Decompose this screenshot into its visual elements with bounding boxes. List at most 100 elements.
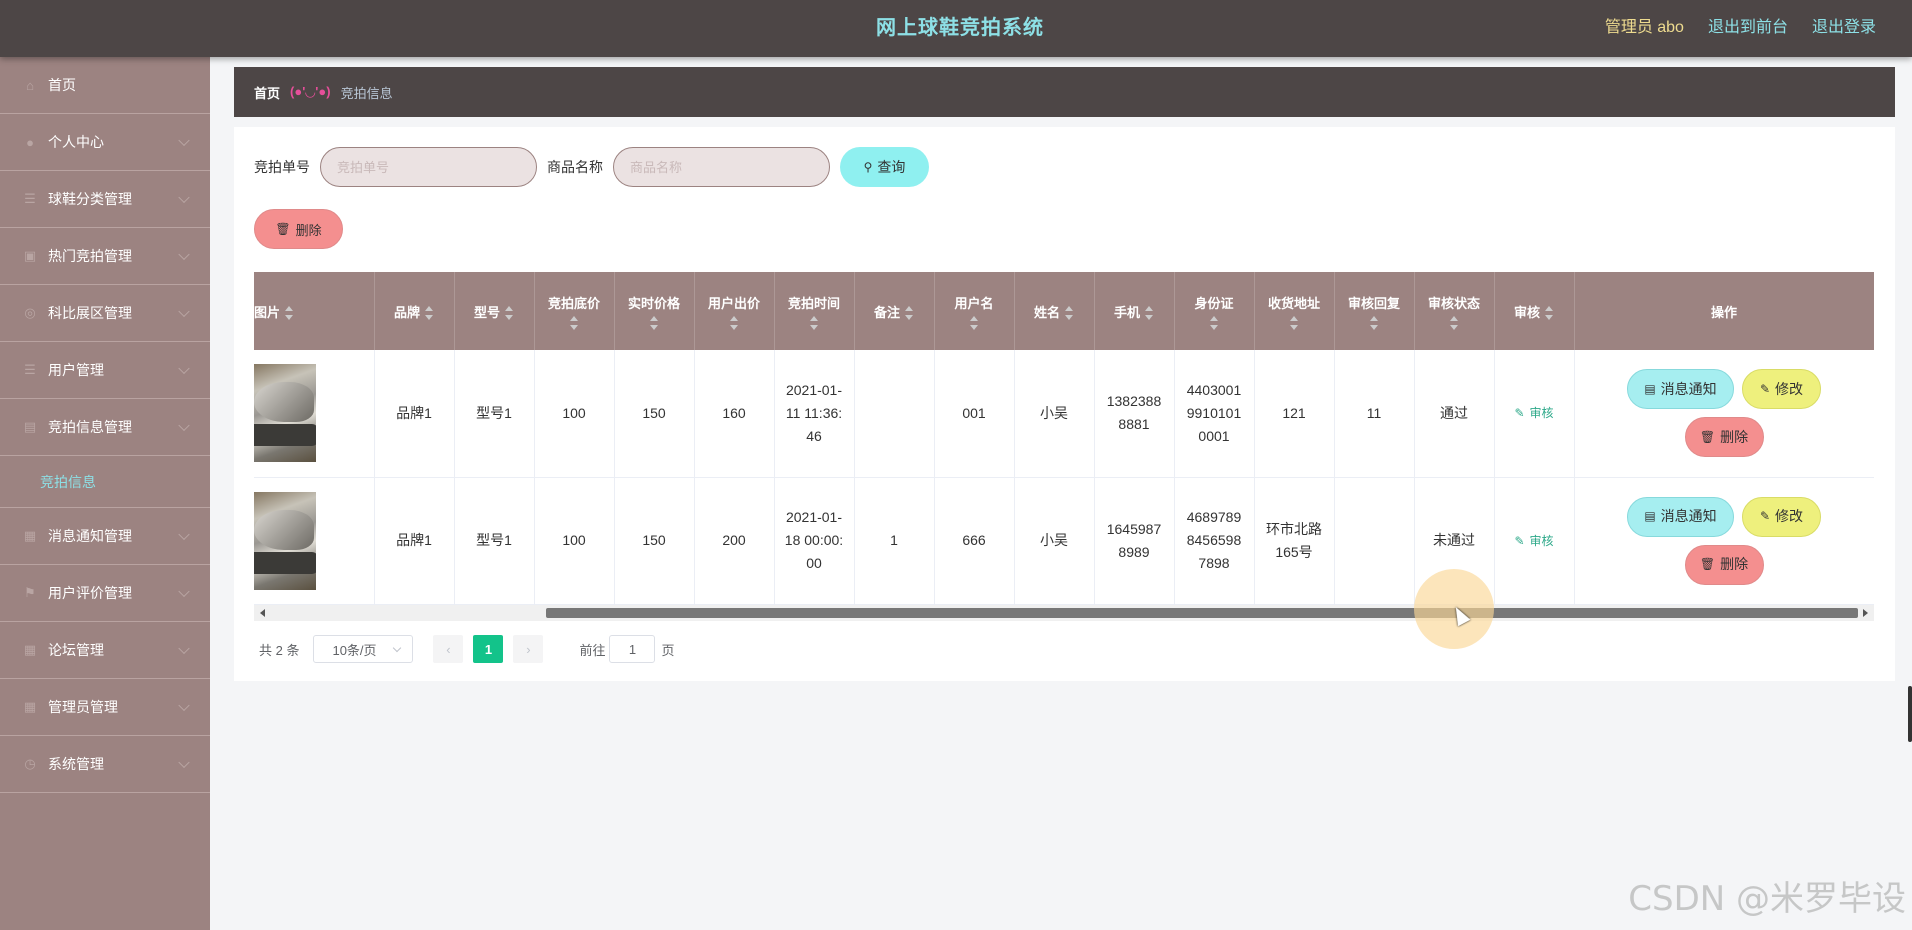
sort-icon	[649, 315, 659, 330]
edit-button[interactable]: ✎ 修改	[1742, 369, 1821, 410]
cell-start-price: 100	[534, 350, 615, 478]
cell-brand: 品牌1	[374, 477, 455, 605]
product-name-label: 商品名称	[547, 159, 603, 175]
col-bid-time[interactable]: 竞拍时间	[774, 272, 855, 350]
sidebar-item-label: 竞拍信息管理	[48, 419, 132, 435]
sidebar-item-home[interactable]: ⌂ 首页	[0, 57, 210, 114]
page-size-select[interactable]: 10条/页	[313, 635, 414, 663]
sidebar-item-system[interactable]: ◷ 系统管理	[0, 736, 210, 793]
goto-page-input[interactable]	[609, 635, 656, 663]
sort-icon	[1544, 306, 1554, 321]
compass-icon: ◎	[24, 305, 36, 320]
prev-page-button[interactable]: ‹	[433, 635, 464, 663]
chevron-down-icon	[178, 305, 190, 318]
cell-username: 666	[934, 477, 1015, 605]
cell-idcard: 440300199101010001	[1174, 350, 1255, 478]
chevron-down-icon	[178, 134, 190, 147]
sidebar-item-label: 个人中心	[48, 134, 104, 150]
sort-icon	[1449, 315, 1459, 330]
cell-bid-price: 160	[694, 350, 775, 478]
sidebar-item-notifications[interactable]: ▦ 消息通知管理	[0, 508, 210, 565]
notify-button[interactable]: ▤ 消息通知	[1627, 369, 1734, 410]
scrollbar-thumb[interactable]	[546, 608, 1858, 618]
sidebar-item-auction-info[interactable]: ▤ 竞拍信息管理	[0, 399, 210, 456]
document-icon: ▤	[1644, 381, 1656, 396]
delete-button[interactable]: 🗑︎ 删除	[1684, 417, 1764, 458]
col-audit-status[interactable]: 审核状态	[1414, 272, 1495, 350]
chevron-down-icon	[178, 699, 190, 712]
sort-icon	[969, 315, 979, 330]
cell-username: 001	[934, 350, 1015, 478]
calendar-icon: ▦	[23, 699, 37, 714]
cell-remark: 1	[854, 477, 935, 605]
edit-icon: ✎	[1759, 509, 1771, 523]
cell-model: 型号1	[454, 477, 535, 605]
col-brand[interactable]: 品牌	[374, 272, 455, 350]
back-to-front-link[interactable]: 退出到前台	[1708, 0, 1788, 55]
table-row: 品牌1 型号1 100 150 160 2021-01-11 11:36:46 …	[254, 350, 1874, 478]
query-button[interactable]: ⚲ 查询	[840, 147, 929, 187]
breadcrumb: 首页 (●'◡'●) 竞拍信息	[234, 67, 1895, 117]
col-live-price[interactable]: 实时价格	[614, 272, 695, 350]
auction-no-input[interactable]	[320, 147, 537, 187]
col-username[interactable]: 用户名	[934, 272, 1015, 350]
sidebar-item-admins[interactable]: ▦ 管理员管理	[0, 679, 210, 736]
sidebar-item-label: 消息通知管理	[48, 528, 132, 544]
scroll-right-icon[interactable]	[1863, 609, 1868, 617]
sidebar-item-forum[interactable]: ▦ 论坛管理	[0, 622, 210, 679]
audit-link[interactable]: ✎ 审核	[1514, 534, 1553, 548]
sort-icon	[504, 306, 514, 321]
col-phone[interactable]: 手机	[1094, 272, 1175, 350]
scroll-left-icon[interactable]	[260, 609, 265, 617]
goto-label: 前往	[579, 642, 606, 658]
col-audit-reply[interactable]: 审核回复	[1334, 272, 1415, 350]
sort-icon	[809, 315, 819, 330]
delete-button[interactable]: 🗑︎ 删除	[1684, 544, 1764, 585]
document-icon: ▤	[23, 419, 37, 434]
home-icon: ⌂	[26, 77, 34, 93]
chevron-down-icon	[178, 191, 190, 204]
shoe-thumbnail	[254, 491, 316, 590]
chevron-down-icon	[178, 362, 190, 375]
col-idcard[interactable]: 身份证	[1174, 272, 1255, 350]
sort-icon	[1144, 306, 1154, 321]
page-number[interactable]: 1	[473, 635, 504, 663]
col-name[interactable]: 姓名	[1014, 272, 1095, 350]
horizontal-scrollbar[interactable]	[254, 605, 1874, 621]
trash-icon: 🗑︎	[1699, 429, 1716, 444]
notify-button[interactable]: ▤ 消息通知	[1627, 496, 1734, 537]
breadcrumb-home[interactable]: 首页	[254, 83, 280, 102]
col-start-price[interactable]: 竞拍底价	[534, 272, 615, 350]
sort-icon	[569, 315, 579, 330]
product-name-input[interactable]	[613, 147, 830, 187]
audit-link[interactable]: ✎ 审核	[1514, 406, 1553, 420]
logout-link[interactable]: 退出登录	[1812, 0, 1876, 55]
sidebar-item-kobe-zone[interactable]: ◎ 科比展区管理	[0, 285, 210, 342]
col-audit[interactable]: 审核	[1494, 272, 1575, 350]
col-address[interactable]: 收货地址	[1254, 272, 1335, 350]
cell-live-price: 150	[614, 350, 695, 478]
sidebar-item-reviews[interactable]: ⚑ 用户评价管理	[0, 565, 210, 622]
sidebar-item-users[interactable]: ☰ 用户管理	[0, 342, 210, 399]
col-image[interactable]: 图片	[254, 272, 375, 350]
chevron-down-icon	[178, 528, 190, 541]
col-model[interactable]: 型号	[454, 272, 535, 350]
sidebar-item-hot-auction[interactable]: ▣ 热门竞拍管理	[0, 228, 210, 285]
chevron-down-icon	[178, 419, 190, 432]
batch-delete-button[interactable]: 🗑︎ 删除	[254, 209, 343, 249]
cell-phone: 13823888881	[1094, 350, 1175, 478]
user-icon: ●	[26, 134, 34, 150]
cell-remark	[854, 350, 935, 478]
next-page-button[interactable]: ›	[513, 635, 544, 663]
col-remark[interactable]: 备注	[854, 272, 935, 350]
sidebar-item-personal-center[interactable]: ● 个人中心	[0, 114, 210, 171]
sidebar-item-shoe-category[interactable]: ☰ 球鞋分类管理	[0, 171, 210, 228]
table-header-row: 图片 品牌 型号 竞拍底价 实时价格 用户出价 竞拍时间 备注 用户名 姓名 手…	[254, 272, 1874, 350]
sidebar-item-label: 系统管理	[48, 756, 104, 772]
sidebar-subitem-auction-info[interactable]: 竞拍信息	[0, 456, 210, 508]
edit-button[interactable]: ✎ 修改	[1742, 496, 1821, 537]
chevron-down-icon	[393, 643, 402, 653]
flag-icon: ⚑	[24, 585, 36, 600]
auction-no-label: 竞拍单号	[254, 159, 310, 175]
col-bid-price[interactable]: 用户出价	[694, 272, 775, 350]
